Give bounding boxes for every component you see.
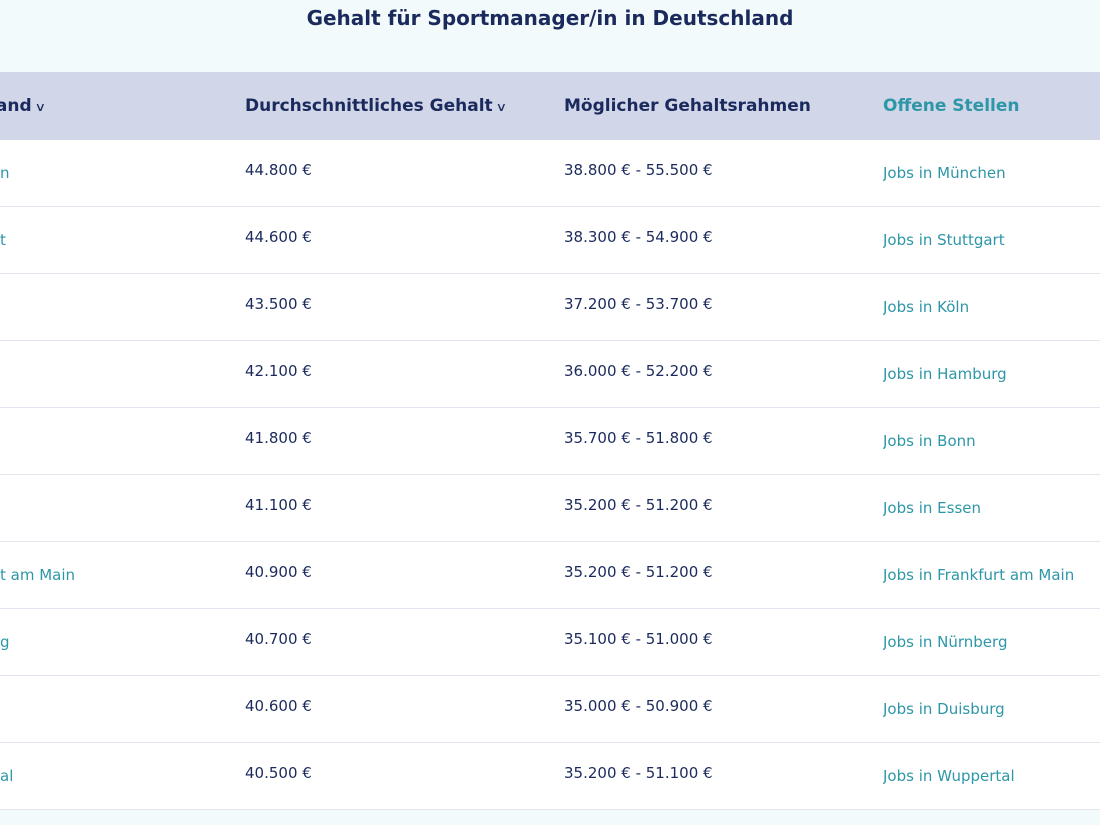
jobs-link[interactable]: Jobs in Hamburg: [883, 341, 1007, 407]
city-link[interactable]: [0, 475, 200, 541]
average-salary: 40.600 €: [245, 697, 312, 715]
column-header-average-salary-label: Durchschnittliches Gehalt: [245, 96, 493, 116]
table-row: 42.100 € 36.000 € - 52.200 € Jobs in Hambu…: [0, 341, 1100, 408]
average-salary: 44.600 €: [245, 228, 312, 246]
chevron-down-icon: ∨: [34, 100, 46, 114]
table-body: n 44.800 € 38.800 € - 55.500 € Jobs in Münc…: [0, 140, 1100, 810]
city-link[interactable]: t: [0, 207, 200, 273]
average-salary: 40.700 €: [245, 630, 312, 648]
jobs-link[interactable]: Jobs in Bonn: [883, 408, 976, 474]
jobs-link[interactable]: Jobs in Köln: [883, 274, 969, 340]
chevron-down-icon: ∨: [495, 100, 507, 114]
salary-range: 35.700 € - 51.800 €: [564, 429, 713, 447]
average-salary: 42.100 €: [245, 362, 312, 380]
salary-range: 35.200 € - 51.100 €: [564, 764, 713, 782]
salary-range: 36.000 € - 52.200 €: [564, 362, 713, 380]
city-link[interactable]: [0, 341, 200, 407]
city-link[interactable]: [0, 274, 200, 340]
column-header-city-label: nland: [0, 96, 32, 116]
table-row: al 40.500 € 35.200 € - 51.100 € Jobs in Wup…: [0, 743, 1100, 810]
jobs-link[interactable]: Jobs in Stuttgart: [883, 207, 1005, 273]
column-header-salary-range: Möglicher Gehaltsrahmen: [564, 96, 811, 116]
city-link[interactable]: [0, 408, 200, 474]
table-row: n 44.800 € 38.800 € - 55.500 € Jobs in Münc…: [0, 140, 1100, 207]
salary-range: 37.200 € - 53.700 €: [564, 295, 713, 313]
table-row: g 40.700 € 35.100 € - 51.000 € Jobs in Nürn…: [0, 609, 1100, 676]
average-salary: 41.800 €: [245, 429, 312, 447]
salary-range: 35.100 € - 51.000 €: [564, 630, 713, 648]
table-row: t 44.600 € 38.300 € - 54.900 € Jobs in Stut…: [0, 207, 1100, 274]
column-header-average-salary[interactable]: Durchschnittliches Gehalt ∨: [245, 72, 507, 140]
jobs-link[interactable]: Jobs in Essen: [883, 475, 981, 541]
salary-range: 35.000 € - 50.900 €: [564, 697, 713, 715]
table-row: t am Main 40.900 € 35.200 € - 51.200 € Jobs…: [0, 542, 1100, 609]
column-header-city[interactable]: nland∨: [0, 72, 46, 140]
table-header: nland∨ Durchschnittliches Gehalt∨ Möglic…: [0, 72, 1100, 140]
page-title: Gehalt für Sportmanager/in in Deutschlan…: [306, 6, 794, 30]
city-link[interactable]: al: [0, 743, 200, 809]
salary-table: nland∨ Durchschnittliches Gehalt∨ Möglic…: [0, 72, 1100, 810]
salary-range: 35.200 € - 51.200 €: [564, 496, 713, 514]
average-salary: 43.500 €: [245, 295, 312, 313]
salary-range: 35.200 € - 51.200 €: [564, 563, 713, 581]
table-row: 43.500 € 37.200 € - 53.700 € Jobs in Köln: [0, 274, 1100, 341]
table-row: 41.800 € 35.700 € - 51.800 € Jobs in Bonn: [0, 408, 1100, 475]
column-header-open-jobs: Offene Stellen: [883, 96, 1020, 116]
city-link[interactable]: g: [0, 609, 200, 675]
city-link[interactable]: t am Main: [0, 542, 200, 608]
jobs-link[interactable]: Jobs in München: [883, 140, 1006, 206]
salary-range: 38.300 € - 54.900 €: [564, 228, 713, 246]
salary-range: 38.800 € - 55.500 €: [564, 161, 713, 179]
jobs-link[interactable]: Jobs in Nürnberg: [883, 609, 1007, 675]
table-row: 40.600 € 35.000 € - 50.900 € Jobs in Duisb…: [0, 676, 1100, 743]
average-salary: 41.100 €: [245, 496, 312, 514]
jobs-link[interactable]: Jobs in Duisburg: [883, 676, 1005, 742]
jobs-link[interactable]: Jobs in Frankfurt am Main: [883, 542, 1074, 608]
table-row: 41.100 € 35.200 € - 51.200 € Jobs in Essen: [0, 475, 1100, 542]
average-salary: 44.800 €: [245, 161, 312, 179]
city-link[interactable]: n: [0, 140, 200, 206]
average-salary: 40.500 €: [245, 764, 312, 782]
city-link[interactable]: [0, 676, 200, 742]
average-salary: 40.900 €: [245, 563, 312, 581]
jobs-link[interactable]: Jobs in Wuppertal: [883, 743, 1015, 809]
